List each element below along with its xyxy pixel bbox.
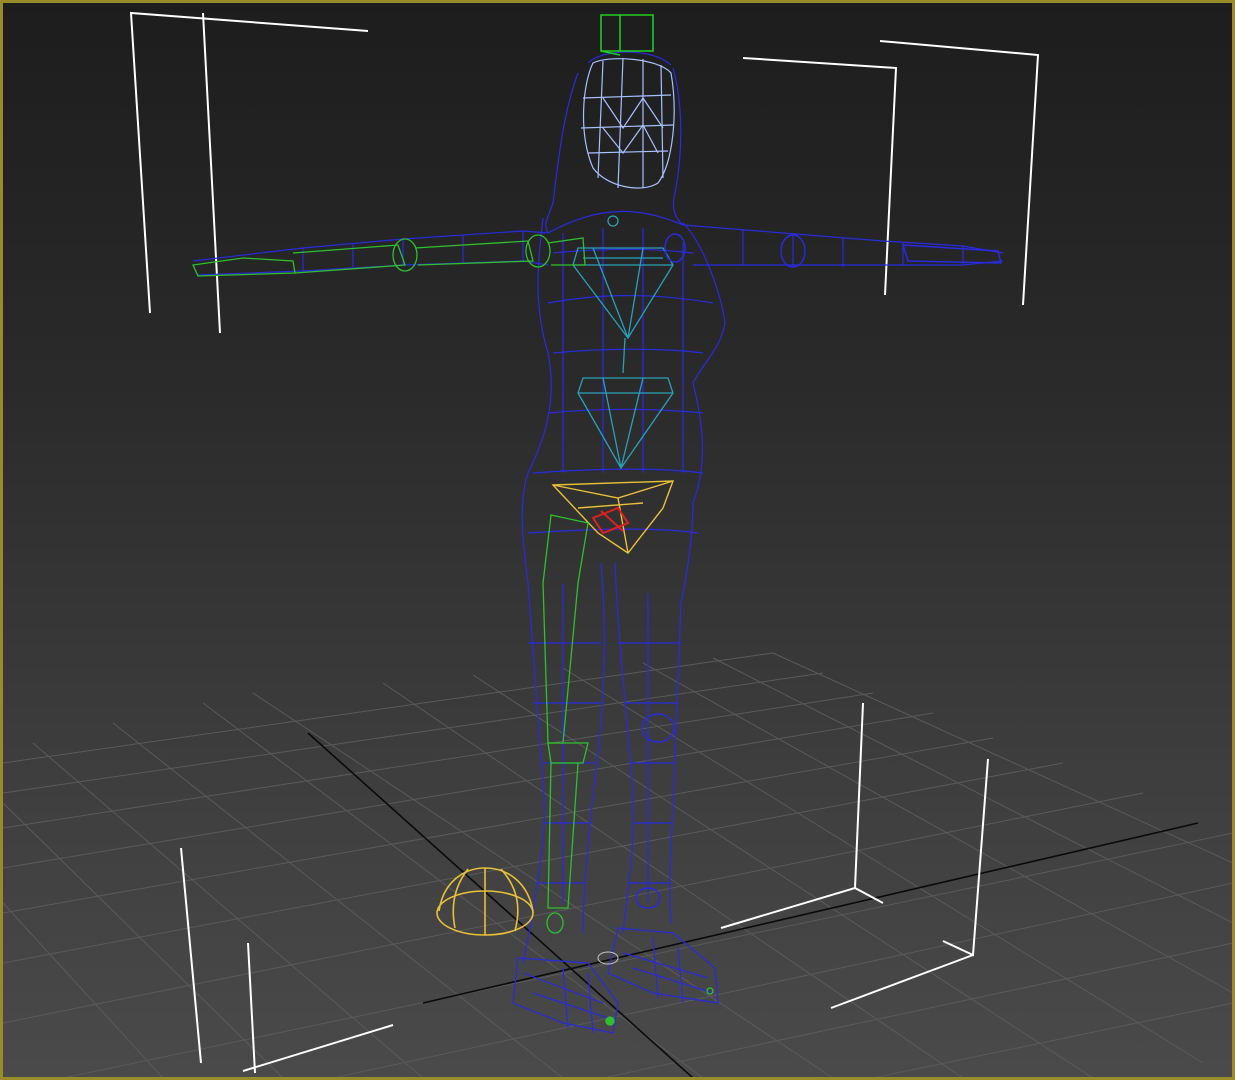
right-leg-bones[interactable] (635, 713, 675, 909)
left-arm-bones[interactable] (192, 234, 586, 277)
character-mesh[interactable] (192, 51, 1004, 1034)
viewport-canvas[interactable] (3, 3, 1235, 1080)
head-helper-box[interactable] (600, 14, 654, 56)
right-arm-bones[interactable] (664, 233, 1002, 268)
perspective-viewport[interactable] (0, 0, 1235, 1080)
face-mesh (580, 57, 675, 189)
ground-grid (3, 652, 1232, 1077)
spine-bones[interactable] (572, 215, 674, 470)
left-leg-bones[interactable] (542, 514, 714, 1026)
pelvis-bone[interactable] (551, 480, 675, 554)
